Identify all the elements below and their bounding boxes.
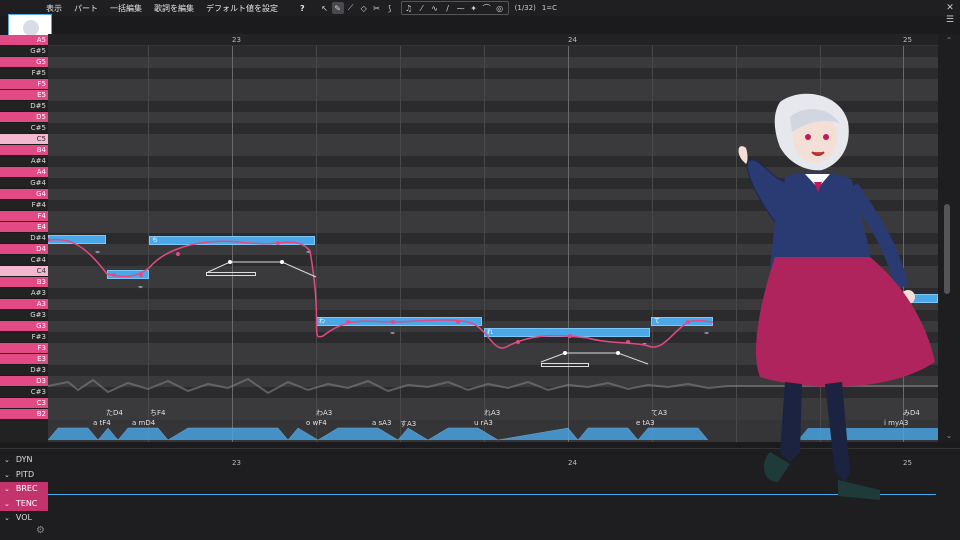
- lyric-label: てA3: [651, 409, 668, 417]
- piano-key[interactable]: D5: [0, 112, 48, 123]
- pencil-tool-icon[interactable]: ✎: [331, 2, 344, 14]
- param-label: BREC: [15, 484, 38, 493]
- pointer-tool-icon[interactable]: ↖: [319, 2, 331, 14]
- note-icon[interactable]: ♫: [403, 2, 415, 14]
- measure-info: (1/32): [514, 4, 536, 12]
- piano-key[interactable]: D3: [0, 376, 48, 387]
- curve-icon[interactable]: ⁓: [455, 2, 467, 14]
- menu-edit-lyrics[interactable]: 歌詞を編集: [148, 3, 200, 14]
- scroll-up-icon[interactable]: ⌃: [938, 36, 960, 45]
- param-vol[interactable]: ⌄ VOL: [0, 511, 48, 526]
- ruler-label: 23: [232, 459, 241, 467]
- ruler-label: 24: [568, 36, 577, 44]
- param-label: PITD: [15, 469, 35, 479]
- piano-key[interactable]: C#5: [0, 123, 48, 134]
- piano-key[interactable]: E5: [0, 90, 48, 101]
- piano-key[interactable]: G#4: [0, 178, 48, 189]
- split-point-icon[interactable]: ✦: [468, 2, 480, 14]
- piano-key[interactable]: A#3: [0, 288, 48, 299]
- chevron-down-icon[interactable]: ⌄: [4, 482, 10, 497]
- param-tenc[interactable]: ⌄ TENC: [0, 496, 48, 512]
- piano-key[interactable]: B4: [0, 145, 48, 156]
- mixer-icon[interactable]: ☰: [946, 14, 954, 26]
- piano-key[interactable]: B3: [0, 277, 48, 288]
- eraser-tool-icon[interactable]: ◇: [358, 2, 370, 14]
- piano-key[interactable]: F4: [0, 211, 48, 222]
- piano-key[interactable]: C#3: [0, 387, 48, 398]
- param-pitd[interactable]: ⌄ PITD: [0, 468, 48, 483]
- ruler-label: 23: [232, 36, 241, 44]
- piano-key[interactable]: G5: [0, 57, 48, 68]
- slash-icon[interactable]: /: [442, 2, 454, 14]
- vibrato-icon[interactable]: ∿: [429, 2, 441, 14]
- chevron-down-icon[interactable]: ⌄: [4, 497, 10, 512]
- character-illustration: [738, 93, 935, 500]
- piano-key[interactable]: F#3: [0, 332, 48, 343]
- lyric-label: たD4: [106, 409, 123, 417]
- param-label: DYN: [15, 455, 33, 464]
- piano-key[interactable]: C4: [0, 266, 48, 277]
- param-label: TENC: [15, 498, 38, 508]
- param-brec[interactable]: ⌄ BREC: [0, 482, 48, 497]
- note-tools: ♫ ⁄ ∿ / ⁓ ✦ ⌒ ◎: [400, 1, 509, 15]
- gear-icon[interactable]: ⚙: [36, 525, 45, 536]
- piano-key[interactable]: D#5: [0, 101, 48, 112]
- chevron-down-icon[interactable]: ⌄: [4, 511, 10, 526]
- ruler-label: 24: [568, 459, 577, 467]
- close-icon[interactable]: ✕: [946, 2, 954, 14]
- piano-key[interactable]: G#3: [0, 310, 48, 321]
- circle-icon[interactable]: ◎: [494, 2, 506, 14]
- pitch-line-icon[interactable]: ⁄: [416, 2, 428, 14]
- piano-key[interactable]: A5: [0, 35, 48, 46]
- piano-key[interactable]: C3: [0, 398, 48, 409]
- piano-key[interactable]: D4: [0, 244, 48, 255]
- piano-key[interactable]: G4: [0, 189, 48, 200]
- menu-batch-edit[interactable]: 一括編集: [104, 3, 148, 14]
- pen-tool-icon[interactable]: ⟆: [384, 2, 396, 14]
- ruler-label: 25: [903, 36, 912, 44]
- piano-key[interactable]: E3: [0, 354, 48, 365]
- timeline-ruler[interactable]: 23 24 25: [48, 34, 938, 46]
- piano-key[interactable]: G3: [0, 321, 48, 332]
- piano-key[interactable]: F#5: [0, 68, 48, 79]
- piano-key[interactable]: G#5: [0, 46, 48, 57]
- menu-view[interactable]: 表示: [40, 3, 68, 14]
- lyric-label: ちF4: [150, 409, 166, 417]
- split-tool-icon[interactable]: ✂: [371, 2, 383, 14]
- menu-set-default[interactable]: デフォルト値を設定: [200, 3, 284, 14]
- tool-group: ↖ ✎ ⟋ ◇ ✂ ⟆ ♫ ⁄ ∿ / ⁓ ✦ ⌒ ◎ (1/32) 1=C: [319, 1, 557, 15]
- piano-key[interactable]: A3: [0, 299, 48, 310]
- window-controls: ✕ ☰: [946, 2, 954, 26]
- help-button[interactable]: ?: [294, 4, 311, 13]
- lyric-label: れA3: [484, 409, 501, 417]
- menu-part[interactable]: パート: [68, 3, 104, 14]
- param-dyn[interactable]: ⌄ DYN: [0, 453, 48, 468]
- piano-key[interactable]: A#4: [0, 156, 48, 167]
- piano-key[interactable]: F#4: [0, 200, 48, 211]
- editor-window: 表示 パート 一括編集 歌詞を編集 デフォルト値を設定 ? ↖ ✎ ⟋ ◇ ✂ …: [0, 0, 960, 540]
- piano-key[interactable]: C5: [0, 134, 48, 145]
- piano-key[interactable]: E4: [0, 222, 48, 233]
- key-info: 1=C: [541, 4, 558, 12]
- lyric-label: わA3: [316, 409, 333, 417]
- param-label: VOL: [15, 513, 32, 522]
- parameter-list: ⌄ DYN ⌄ PITD ⌄ BREC ⌄ TENC ⌄ VOL: [0, 453, 48, 526]
- arc-icon[interactable]: ⌒: [481, 2, 493, 14]
- piano-key[interactable]: D#3: [0, 365, 48, 376]
- chevron-down-icon[interactable]: ⌄: [4, 453, 10, 468]
- piano-key[interactable]: B2: [0, 409, 48, 420]
- piano-key[interactable]: C#4: [0, 255, 48, 266]
- chevron-down-icon[interactable]: ⌄: [4, 468, 10, 483]
- piano-key[interactable]: D#4: [0, 233, 48, 244]
- piano-keys: A5 G#5 G5 F#5 F5 E5 D#5 D5 C#5 C5 B4 A#4 A4 G#4 G4 F#4 F…: [0, 35, 48, 442]
- piano-key[interactable]: A4: [0, 167, 48, 178]
- menu-bar: 表示 パート 一括編集 歌詞を編集 デフォルト値を設定 ? ↖ ✎ ⟋ ◇ ✂ …: [0, 0, 960, 25]
- piano-key[interactable]: F5: [0, 79, 48, 90]
- brush-tool-icon[interactable]: ⟋: [345, 2, 357, 14]
- piano-key[interactable]: F3: [0, 343, 48, 354]
